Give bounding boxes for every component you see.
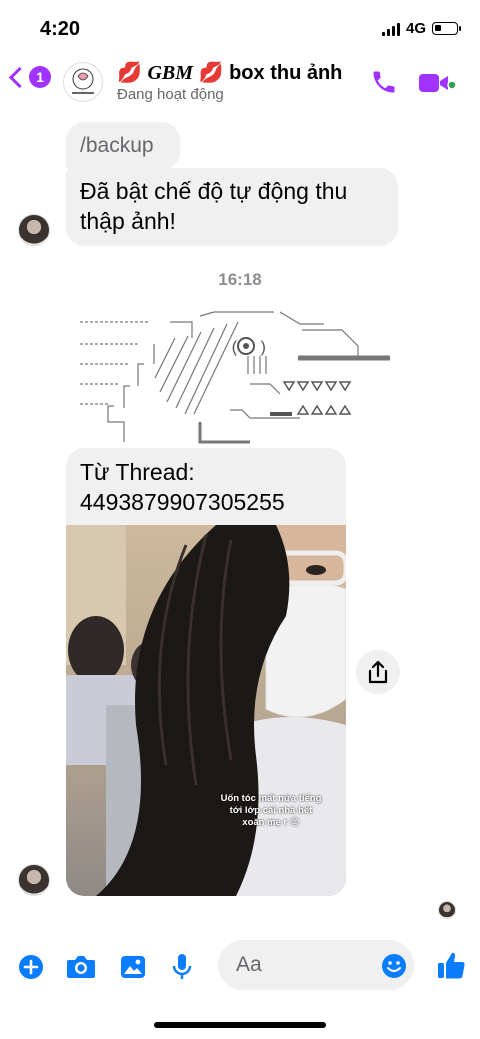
unread-count-badge: 1 [29,66,51,88]
svg-text:(: ( [230,339,240,357]
status-indicators: 4G [381,20,461,37]
network-label: 4G [405,20,426,37]
microphone-icon [172,954,192,979]
like-button[interactable] [436,950,466,985]
group-logo-icon [72,68,94,94]
photo-caption: Uốn tóc mất nửa tiếng tới lớp cái nhà hế… [220,793,322,828]
home-indicator [154,1022,326,1028]
video-call-button[interactable] [418,70,457,96]
share-button[interactable] [356,650,400,694]
group-avatar[interactable] [63,62,103,102]
svg-text:): ) [258,339,268,357]
thread-id: 4493879907305255 [80,489,285,515]
ascii-art-crocodile: ( ) [80,311,390,444]
video-camera-icon [419,74,457,92]
camera-button[interactable] [66,954,96,985]
back-chevron-icon [8,66,31,88]
thumbs-up-icon [438,952,465,979]
microphone-button[interactable] [172,953,192,986]
plus-icon [19,955,43,979]
sender-avatar[interactable] [18,214,50,246]
photo-attachment[interactable] [66,525,346,896]
battery-icon [432,22,461,35]
plus-button[interactable] [18,954,44,985]
message-timestamp: 16:18 [218,270,262,289]
signal-icon [381,22,400,36]
camera-icon [67,956,95,978]
title-text: box thu ảnh [229,62,343,84]
sender-avatar[interactable] [18,864,50,896]
message-bubble-command[interactable]: /backup [66,122,180,170]
selfie-image [66,525,346,896]
lips-icon: 💋 [198,62,224,84]
lips-icon: 💋 [117,62,142,84]
emoji-button[interactable] [381,953,407,984]
status-bar: 4:20 4G [0,0,480,56]
chat-header: 1 💋 GBM 💋 box thu ảnh Đang hoạt động [0,56,480,118]
status-time: 4:20 [40,18,81,40]
message-bubble-thread[interactable]: Từ Thread: 4493879907305255 [66,448,346,528]
back-button[interactable]: 1 [8,66,51,88]
message-composer [0,940,480,996]
voice-call-button[interactable] [370,68,398,96]
conversation-title[interactable]: 💋 GBM 💋 box thu ảnh [117,60,342,85]
share-icon [368,660,388,684]
title-logo: GBM [147,62,194,84]
phone-icon [373,71,395,93]
active-status: Đang hoạt động [117,86,224,103]
seen-receipt-avatar [438,901,456,919]
gallery-button[interactable] [120,955,146,984]
gallery-icon [121,956,145,978]
emoji-icon [382,954,406,978]
thread-label: Từ Thread: [80,459,195,485]
message-bubble-collect[interactable]: Đã bật chế độ tự động thu thập ảnh! [66,168,398,246]
